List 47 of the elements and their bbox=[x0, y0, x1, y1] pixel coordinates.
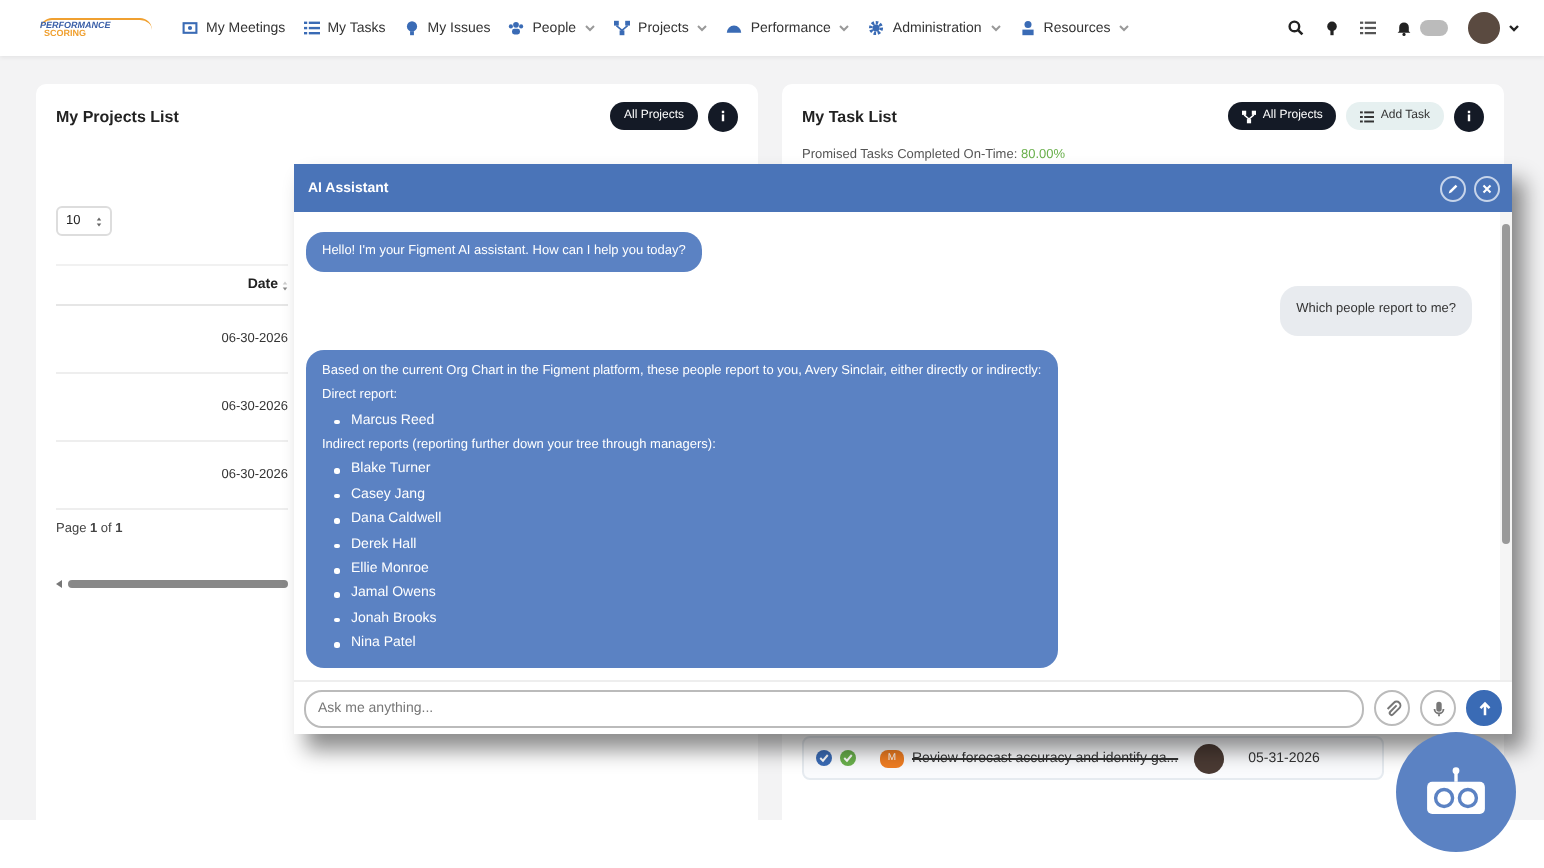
user-avatar[interactable] bbox=[1468, 12, 1500, 44]
card-title: My Projects List bbox=[56, 107, 179, 125]
gear-icon[interactable] bbox=[868, 20, 885, 36]
people-icon[interactable] bbox=[508, 20, 525, 36]
microphone-icon[interactable] bbox=[1429, 699, 1447, 717]
list-icon[interactable] bbox=[303, 20, 320, 36]
card-title: My Task List bbox=[802, 107, 897, 125]
vertical-scrollbar[interactable] bbox=[1500, 212, 1512, 680]
microphone-button[interactable] bbox=[1420, 690, 1456, 726]
bullet-icon bbox=[334, 617, 339, 623]
send-button[interactable] bbox=[1466, 690, 1502, 726]
caret-icon[interactable] bbox=[1508, 24, 1520, 32]
close-button[interactable] bbox=[1474, 175, 1500, 201]
list-icon[interactable] bbox=[1360, 109, 1375, 123]
bell-icon[interactable] bbox=[1396, 20, 1412, 36]
checkbox[interactable] bbox=[816, 750, 832, 766]
done-status-icon[interactable] bbox=[840, 750, 856, 766]
person-icon[interactable] bbox=[1019, 20, 1036, 36]
search-icon[interactable] bbox=[1288, 20, 1304, 36]
attach-button[interactable] bbox=[1374, 690, 1410, 726]
paperclip-icon[interactable] bbox=[1383, 699, 1401, 717]
robot-icon[interactable] bbox=[1422, 766, 1490, 818]
lightbulb-icon[interactable] bbox=[1324, 20, 1340, 36]
pencil-icon[interactable] bbox=[1446, 181, 1460, 195]
bullet-icon bbox=[334, 543, 339, 549]
gauge-icon[interactable] bbox=[726, 20, 743, 36]
bullet-icon bbox=[334, 518, 339, 524]
info-icon[interactable] bbox=[1466, 110, 1472, 122]
bullet-icon bbox=[334, 642, 339, 648]
info-icon[interactable] bbox=[720, 110, 726, 122]
bullet-icon bbox=[334, 468, 339, 474]
edit-button[interactable] bbox=[1440, 175, 1466, 201]
meetings-icon[interactable] bbox=[182, 20, 198, 36]
info-button[interactable] bbox=[708, 101, 738, 131]
assignee-avatar bbox=[1194, 743, 1225, 773]
bullet-icon bbox=[334, 568, 339, 574]
bullet-icon bbox=[334, 592, 339, 598]
close-icon[interactable] bbox=[1480, 181, 1494, 195]
info-button[interactable] bbox=[1454, 101, 1484, 131]
arrow-up-icon[interactable] bbox=[1475, 699, 1493, 717]
notification-badge bbox=[1420, 20, 1448, 36]
bullet-icon bbox=[334, 419, 339, 425]
sort-arrows-icon[interactable] bbox=[96, 215, 102, 227]
hierarchy-icon[interactable] bbox=[1242, 109, 1257, 123]
bullet-icon bbox=[334, 493, 339, 499]
horizontal-scrollbar[interactable] bbox=[56, 580, 288, 588]
list-icon[interactable] bbox=[1360, 20, 1376, 36]
